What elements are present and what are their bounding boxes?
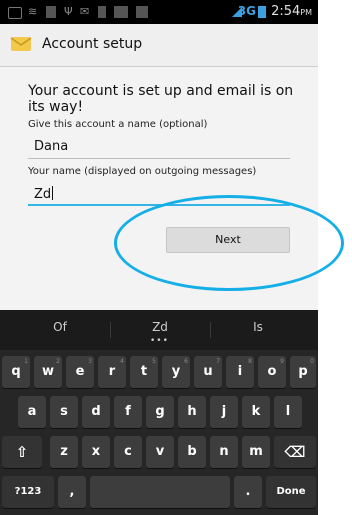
key-hint: 8 — [248, 358, 252, 365]
key-i[interactable]: i8 — [226, 356, 254, 388]
key-hint: 4 — [120, 358, 124, 365]
key-l[interactable]: l — [274, 396, 302, 428]
signal-icon — [232, 7, 242, 17]
key-v[interactable]: v — [146, 436, 174, 468]
wifi-icon: ≋ — [28, 5, 38, 18]
text-cursor — [52, 186, 54, 200]
key-e[interactable]: e3 — [66, 356, 94, 388]
period-key[interactable]: . — [234, 476, 262, 508]
key-d[interactable]: d — [82, 396, 110, 428]
key-p[interactable]: p0 — [290, 356, 316, 388]
key-k[interactable]: k — [242, 396, 270, 428]
usb-icon: Ψ — [64, 5, 73, 18]
done-key[interactable]: Done — [266, 476, 316, 508]
key-q[interactable]: q1 — [2, 356, 30, 388]
suggestion-2[interactable]: Zd — [130, 320, 190, 334]
key-label: o — [267, 364, 277, 379]
battery-icon — [98, 6, 106, 18]
email-app-icon — [10, 37, 32, 51]
key-j[interactable]: j — [210, 396, 238, 428]
space-bar[interactable] — [90, 476, 230, 508]
soft-keyboard: Of Zd ••• Is q1 w2 e3 r4 t5 y6 u7 i8 o9 … — [0, 310, 318, 515]
key-s[interactable]: s — [50, 396, 78, 428]
setup-complete-message: Your account is set up and email is on i… — [28, 83, 294, 115]
key-a[interactable]: a — [18, 396, 46, 428]
key-hint: 3 — [88, 358, 92, 365]
account-name-input[interactable]: Dana — [34, 139, 68, 154]
comma-key[interactable]: , — [58, 476, 86, 508]
key-label: y — [171, 364, 181, 379]
suggestion-3[interactable]: Is — [228, 320, 288, 334]
suggestion-more-dots: ••• — [150, 336, 169, 346]
key-hint: 2 — [56, 358, 60, 365]
key-hint: 0 — [310, 358, 314, 365]
clock-ampm: PM — [300, 8, 312, 17]
key-label: p — [298, 364, 308, 379]
key-n[interactable]: n — [210, 436, 238, 468]
key-hint: 5 — [152, 358, 156, 365]
clock: 2:54PM — [271, 5, 312, 20]
key-y[interactable]: y6 — [162, 356, 190, 388]
clock-time: 2:54 — [271, 4, 301, 19]
suggestion-divider — [110, 322, 111, 338]
key-w[interactable]: w2 — [34, 356, 62, 388]
key-label: t — [140, 364, 148, 379]
key-o[interactable]: o9 — [258, 356, 286, 388]
key-g[interactable]: g — [146, 396, 174, 428]
page-title: Account setup — [42, 36, 143, 52]
key-label: u — [203, 364, 213, 379]
key-hint: 9 — [280, 358, 284, 365]
key-hint: 1 — [24, 358, 28, 365]
key-r[interactable]: r4 — [98, 356, 126, 388]
backspace-key[interactable]: ⌫ — [274, 436, 316, 468]
your-name-value: Zd — [34, 187, 52, 202]
notification-icon — [8, 7, 22, 19]
gallery-icon — [114, 6, 128, 18]
battery-level-icon — [258, 6, 266, 18]
mail-icon: ✉ — [80, 5, 90, 18]
key-label: w — [41, 364, 54, 379]
phone-icon — [46, 6, 56, 18]
key-label: r — [108, 364, 116, 379]
highlight-ellipse — [114, 195, 344, 291]
key-label: q — [11, 364, 21, 379]
key-hint: 7 — [216, 358, 220, 365]
suggestion-bar: Of Zd ••• Is — [0, 310, 318, 350]
account-name-label: Give this account a name (optional) — [28, 119, 208, 130]
key-h[interactable]: h — [178, 396, 206, 428]
account-name-underline — [28, 158, 290, 159]
shift-key[interactable]: ⇧ — [2, 436, 42, 468]
key-b[interactable]: b — [178, 436, 206, 468]
your-name-label: Your name (displayed on outgoing message… — [28, 166, 257, 177]
your-name-input[interactable]: Zd — [34, 186, 54, 202]
key-t[interactable]: t5 — [130, 356, 158, 388]
suggestion-1[interactable]: Of — [30, 320, 90, 334]
key-hint: 6 — [184, 358, 188, 365]
key-c[interactable]: c — [114, 436, 142, 468]
key-u[interactable]: u7 — [194, 356, 222, 388]
key-label: i — [237, 364, 243, 379]
key-m[interactable]: m — [242, 436, 270, 468]
symbols-key[interactable]: ?123 — [2, 476, 54, 508]
key-label: e — [75, 364, 85, 379]
suggestion-divider — [210, 322, 211, 338]
action-bar: Account setup — [0, 24, 318, 67]
key-f[interactable]: f — [114, 396, 142, 428]
status-bar: ≋ Ψ ✉ 3G 2:54PM — [0, 0, 318, 24]
app-icon-status — [136, 6, 148, 18]
key-x[interactable]: x — [82, 436, 110, 468]
key-z[interactable]: z — [50, 436, 78, 468]
